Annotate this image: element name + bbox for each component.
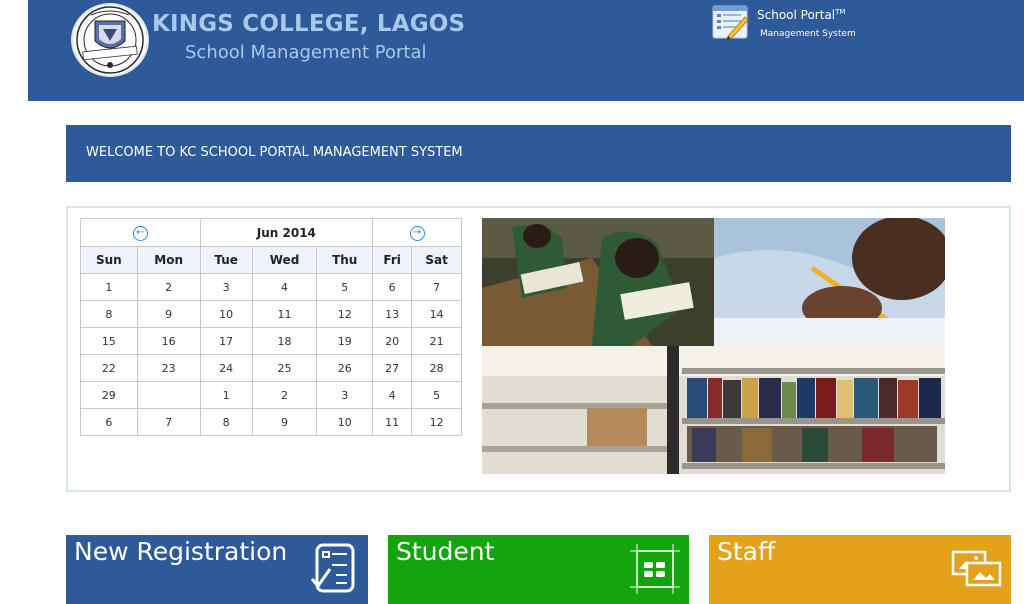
calendar-weekday-row: Sun Mon Tue Wed Thu Fri Sat — [80, 246, 462, 274]
calendar-day[interactable]: 18 — [251, 327, 318, 355]
calendar-day-next-month[interactable]: 11 — [372, 408, 413, 436]
calendar-day-selected[interactable]: 30 — [136, 381, 201, 409]
header-bar: KINGS COLLEGE, LAGOS School Management P… — [28, 0, 1024, 101]
calendar-day-next-month[interactable]: 12 — [411, 408, 462, 436]
calendar-day[interactable]: 15 — [80, 327, 138, 355]
calendar-day[interactable]: 1 — [80, 273, 138, 301]
calendar-week-row: 8 9 10 11 12 13 14 — [80, 300, 462, 328]
school-portal-icon — [712, 5, 749, 40]
student-tile[interactable]: Student — [388, 535, 689, 604]
staff-label: Staff — [717, 537, 776, 566]
calendar-day[interactable]: 14 — [411, 300, 462, 328]
new-registration-tile[interactable]: New Registration — [66, 535, 368, 604]
calendar-day[interactable]: 22 — [80, 354, 138, 382]
college-name: KINGS COLLEGE, LAGOS — [152, 11, 466, 37]
photo-boy-with-pencil — [714, 216, 952, 346]
staff-tile[interactable]: Staff — [709, 535, 1011, 604]
calendar-day[interactable]: 9 — [136, 300, 201, 328]
calendar-day[interactable]: 20 — [372, 327, 413, 355]
calendar-day-next-month[interactable]: 4 — [372, 381, 413, 409]
calendar-day[interactable]: 25 — [251, 354, 318, 382]
calendar-day[interactable]: 5 — [316, 273, 374, 301]
calendar-day-next-month[interactable]: 1 — [199, 381, 253, 409]
weekday-label: Wed — [251, 246, 318, 274]
calendar-day[interactable]: 8 — [80, 300, 138, 328]
new-registration-label: New Registration — [74, 537, 288, 566]
welcome-text: WELCOME TO KC SCHOOL PORTAL MANAGEMENT S… — [86, 145, 463, 160]
calendar-prev-cell: ← — [80, 218, 201, 247]
arrow-right-circle-icon[interactable]: → — [409, 225, 425, 241]
calendar-day[interactable]: 6 — [372, 273, 413, 301]
portal-subtitle: School Management Portal — [185, 42, 427, 63]
staff-slides-icon — [951, 549, 1003, 593]
brand-title-text: School Portal — [757, 8, 836, 22]
calendar-week-row: 22 23 24 25 26 27 28 — [80, 354, 462, 382]
calendar-week-row: 1 2 3 4 5 6 7 — [80, 273, 462, 301]
calendar-day[interactable]: 2 — [136, 273, 201, 301]
weekday-label: Sat — [411, 246, 462, 274]
calendar-week-row: 15 16 17 18 19 20 21 — [80, 327, 462, 355]
calendar-day-next-month[interactable]: 9 — [251, 408, 318, 436]
calendar-day[interactable]: 10 — [199, 300, 253, 328]
welcome-banner: WELCOME TO KC SCHOOL PORTAL MANAGEMENT S… — [66, 125, 1011, 182]
students-photo-collage — [482, 216, 952, 474]
weekday-label: Thu — [316, 246, 374, 274]
weekday-label: Fri — [372, 246, 413, 274]
calendar-week-row: 6 7 8 9 10 11 12 — [80, 408, 462, 436]
student-grid-icon — [630, 544, 680, 598]
student-label: Student — [396, 537, 495, 566]
calendar-day[interactable]: 17 — [199, 327, 253, 355]
brand-title: School PortalTM — [757, 8, 845, 22]
calendar-day[interactable]: 12 — [316, 300, 374, 328]
calendar-day[interactable]: 11 — [251, 300, 318, 328]
calendar-day[interactable]: 7 — [411, 273, 462, 301]
calendar-day[interactable]: 28 — [411, 354, 462, 382]
calendar-day-next-month[interactable]: 6 — [80, 408, 138, 436]
calendar: ← Jun 2014 → Sun Mon Tue Wed Thu Fri Sat… — [80, 218, 462, 436]
calendar-day[interactable]: 21 — [411, 327, 462, 355]
weekday-label: Sun — [80, 246, 138, 274]
calendar-day[interactable]: 4 — [251, 273, 318, 301]
calendar-day[interactable]: 27 — [372, 354, 413, 382]
calendar-day[interactable]: 24 — [199, 354, 253, 382]
calendar-day[interactable]: 26 — [316, 354, 374, 382]
weekday-label: Mon — [136, 246, 201, 274]
registration-form-icon — [310, 543, 360, 599]
weekday-label: Tue — [199, 246, 253, 274]
trademark-mark: TM — [835, 8, 846, 16]
brand-subtitle: Management System — [760, 29, 856, 39]
calendar-day-next-month[interactable]: 7 — [136, 408, 201, 436]
calendar-month-label: Jun 2014 — [199, 218, 374, 247]
calendar-day[interactable]: 16 — [136, 327, 201, 355]
calendar-day-next-month[interactable]: 2 — [251, 381, 318, 409]
school-crest-icon — [71, 3, 149, 77]
arrow-left-circle-icon[interactable]: ← — [132, 225, 148, 241]
calendar-day[interactable]: 13 — [372, 300, 413, 328]
calendar-day-next-month[interactable]: 10 — [316, 408, 374, 436]
photo-students-writing — [482, 218, 714, 346]
calendar-day[interactable]: 19 — [316, 327, 374, 355]
photo-library-shelves — [482, 346, 945, 474]
calendar-day[interactable]: 23 — [136, 354, 201, 382]
calendar-week-row: 29 30 1 2 3 4 5 — [80, 381, 462, 409]
content-panel: ← Jun 2014 → Sun Mon Tue Wed Thu Fri Sat… — [66, 206, 1011, 492]
calendar-day[interactable]: 3 — [199, 273, 253, 301]
calendar-day-next-month[interactable]: 8 — [199, 408, 253, 436]
calendar-next-cell: → — [372, 218, 462, 247]
calendar-day-next-month[interactable]: 3 — [316, 381, 374, 409]
calendar-day-next-month[interactable]: 5 — [411, 381, 462, 409]
calendar-nav-row: ← Jun 2014 → — [80, 218, 462, 247]
calendar-day[interactable]: 29 — [80, 381, 138, 409]
